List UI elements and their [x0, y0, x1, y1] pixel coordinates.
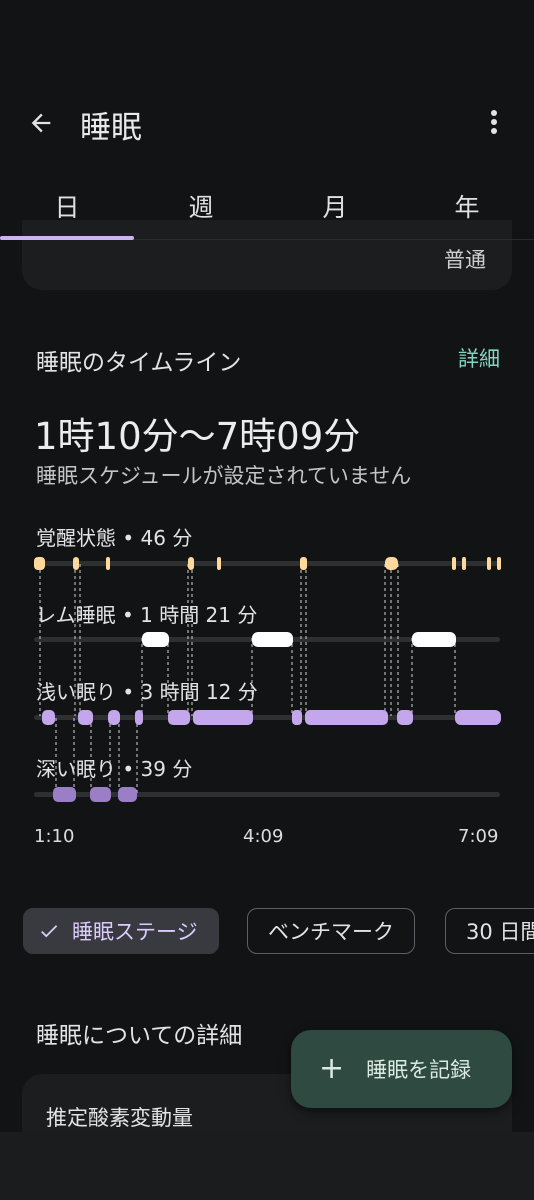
awake-seg: [452, 557, 456, 570]
light-seg: [42, 710, 55, 725]
light-seg: [168, 710, 190, 725]
sleep-time-range: 1時10分〜7時09分: [34, 415, 361, 458]
back-button[interactable]: [22, 104, 60, 142]
schedule-note: 睡眠スケジュールが設定されていません: [36, 464, 412, 488]
deep-seg: [90, 787, 111, 802]
light-seg: [108, 710, 120, 725]
record-sleep-button[interactable]: + 睡眠を記録: [291, 1030, 512, 1108]
chip-sleep-stages[interactable]: 睡眠ステージ: [23, 908, 219, 954]
light-seg: [305, 710, 388, 725]
track-light: [34, 715, 500, 720]
chip-label: 睡眠ステージ: [72, 920, 198, 944]
awake-seg: [34, 557, 45, 570]
arrow-back-icon: [31, 113, 51, 133]
axis-label-end: 7:09: [458, 826, 499, 847]
awake-seg: [188, 557, 194, 570]
transition-lines: [39, 564, 456, 793]
chip-label: ベンチマーク: [268, 920, 394, 944]
light-seg: [78, 710, 93, 725]
oxygen-variation-title: 推定酸素変動量: [46, 1106, 193, 1130]
awake-seg: [217, 557, 221, 570]
awake-seg: [300, 557, 307, 570]
chip-benchmark[interactable]: ベンチマーク: [247, 908, 415, 954]
awake-seg: [73, 557, 79, 570]
awake-seg: [106, 557, 110, 570]
deep-seg: [118, 787, 137, 802]
awake-seg: [487, 557, 491, 570]
chip-30-days[interactable]: 30 日間: [445, 908, 534, 954]
rem-seg: [412, 632, 456, 647]
check-icon: [38, 920, 60, 942]
timeline-details-link[interactable]: 詳細: [458, 343, 500, 373]
awake-seg: [385, 557, 398, 570]
light-seg: [135, 710, 143, 725]
rem-seg: [142, 632, 169, 647]
light-seg: [455, 710, 501, 725]
sleep-score-card[interactable]: [22, 220, 512, 290]
page-title: 睡眠: [80, 110, 142, 146]
axis-label-mid: 4:09: [243, 826, 284, 847]
more-vert-icon: [491, 110, 497, 134]
awake-seg: [462, 557, 466, 570]
deep-segments: [53, 787, 137, 802]
light-seg: [193, 710, 253, 725]
fab-label: 睡眠を記録: [366, 1058, 472, 1082]
tab-indicator: [0, 236, 134, 240]
sleep-quality-value: 普通: [444, 248, 486, 272]
light-seg: [397, 710, 413, 725]
track-awake: [34, 561, 500, 566]
timeline-title: 睡眠のタイムライン: [36, 350, 242, 376]
more-options-button[interactable]: [478, 104, 510, 140]
add-icon: +: [319, 1051, 345, 1086]
sleep-details-title: 睡眠についての詳細: [36, 1023, 243, 1049]
light-seg: [292, 710, 302, 725]
system-navigation-bar: [0, 1132, 534, 1200]
chip-label: 30 日間: [466, 920, 534, 944]
track-lines: [34, 561, 500, 797]
deep-seg: [53, 787, 76, 802]
axis-label-start: 1:10: [34, 826, 75, 847]
awake-seg: [497, 557, 501, 570]
rem-seg: [252, 632, 293, 647]
sleep-stage-chart: [34, 557, 501, 802]
